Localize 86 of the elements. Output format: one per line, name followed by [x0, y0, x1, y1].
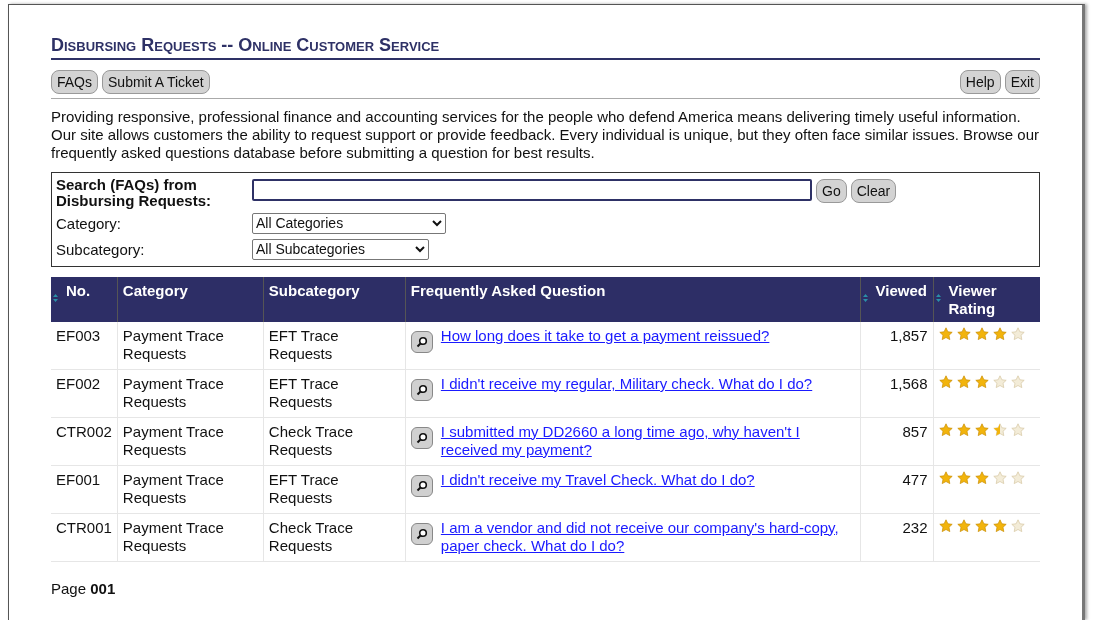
magnifier-icon: [415, 479, 428, 492]
star-icon: [956, 422, 971, 437]
faq-number-cell: EF001: [51, 465, 118, 514]
view-button[interactable]: [410, 522, 433, 545]
category-select[interactable]: All Categories: [252, 212, 446, 234]
empty-star-icon: [1010, 326, 1025, 341]
category-cell: Payment Trace Requests: [117, 321, 264, 370]
magnifier-icon: [415, 335, 428, 348]
subcategory-label: Subcategory:: [56, 240, 146, 261]
star-icon: [974, 518, 989, 533]
star-icon: [974, 470, 989, 485]
viewed-count-cell: 1,857: [860, 321, 933, 370]
star-icon: [956, 326, 971, 341]
star-icon: [938, 470, 953, 485]
clear-button[interactable]: Clear: [850, 178, 897, 203]
star-icon: [992, 518, 1007, 533]
category-cell: Payment Trace Requests: [117, 369, 264, 418]
column-header: Frequently Asked Question: [405, 276, 860, 322]
sort-icon: [53, 293, 58, 302]
subcategory-cell: EFT Trace Requests: [263, 369, 406, 418]
question-link[interactable]: How long does it take to get a payment reissued?: [440, 326, 770, 353]
star-icon: [938, 374, 953, 389]
half-star-icon: [992, 422, 1007, 437]
subcategory-select[interactable]: All Subcategories: [252, 239, 429, 261]
viewed-count-cell: 857: [860, 417, 933, 466]
empty-star-icon: [992, 470, 1007, 485]
star-icon: [956, 470, 971, 485]
question-link[interactable]: I am a vendor and did not receive our company's hard-copy, paper check. What do I do?: [440, 518, 855, 555]
question-link[interactable]: I submitted my DD2660 a long time ago, why haven't I received my payment?: [440, 422, 855, 459]
category-cell: Payment Trace Requests: [117, 513, 264, 562]
star-icon: [938, 518, 953, 533]
faq-number-cell: EF003: [51, 321, 118, 370]
view-button[interactable]: [410, 330, 433, 353]
star-icon: [938, 326, 953, 341]
viewed-count-cell: 1,568: [860, 369, 933, 418]
star-icon: [938, 422, 953, 437]
empty-star-icon: [1010, 374, 1025, 389]
faq-number-cell: CTR001: [51, 513, 118, 562]
category-cell: Payment Trace Requests: [117, 417, 264, 466]
empty-star-icon: [1010, 470, 1025, 485]
column-header: Category: [117, 276, 264, 322]
empty-star-icon: [1010, 518, 1025, 533]
column-header[interactable]: Viewer Rating: [933, 276, 1040, 322]
page-title: Disbursing Requests -- Online Customer Service: [51, 35, 1040, 60]
view-button[interactable]: [410, 378, 433, 401]
chevron-down-icon: [415, 246, 425, 254]
view-button[interactable]: [410, 474, 433, 497]
category-label: Category:: [56, 213, 123, 234]
star-icon: [974, 374, 989, 389]
faq-number-cell: CTR002: [51, 417, 118, 466]
sort-icon: [935, 293, 941, 302]
magnifier-icon: [415, 383, 428, 396]
faq-number-cell: EF002: [51, 369, 118, 418]
empty-star-icon: [992, 374, 1007, 389]
nav-button[interactable]: Help: [959, 69, 1001, 94]
star-icon: [974, 422, 989, 437]
nav-button[interactable]: Submit A Ticket: [102, 69, 210, 94]
page-indicator: Page 001: [51, 579, 116, 597]
search-field[interactable]: [252, 178, 812, 201]
sort-icon: [862, 293, 868, 302]
star-icon: [974, 326, 989, 341]
magnifier-icon: [415, 431, 428, 444]
subcategory-cell: EFT Trace Requests: [263, 465, 406, 514]
column-header[interactable]: Viewed: [860, 276, 933, 322]
nav-button[interactable]: Exit: [1004, 69, 1040, 94]
viewed-count-cell: 232: [860, 513, 933, 562]
column-header: Subcategory: [263, 276, 406, 322]
category-cell: Payment Trace Requests: [117, 465, 264, 514]
star-icon: [992, 326, 1007, 341]
star-icon: [956, 518, 971, 533]
star-icon: [956, 374, 971, 389]
go-button[interactable]: Go: [816, 178, 847, 203]
empty-star-icon: [1010, 422, 1025, 437]
chevron-down-icon: [432, 219, 442, 227]
question-link[interactable]: I didn't receive my Travel Check. What do I do?: [440, 470, 755, 497]
magnifier-icon: [415, 527, 428, 540]
view-button[interactable]: [410, 426, 433, 449]
intro-paragraph: Providing responsive, professional finance and accounting services for the people who defend America means delivering timely useful information. Our site allows customers the ability to request support or provide feedback. Every individual is unique, but they often face similar issues. Browse our frequently asked questions database before submitting a question for best results.: [51, 107, 1040, 162]
search-label: Search (FAQs) from Disbursing Requests:: [56, 176, 213, 209]
nav-button[interactable]: FAQs: [51, 69, 98, 94]
subcategory-cell: EFT Trace Requests: [263, 321, 406, 370]
viewed-count-cell: 477: [860, 465, 933, 514]
column-header[interactable]: No.: [51, 276, 118, 322]
subcategory-cell: Check Trace Requests: [263, 417, 406, 466]
subcategory-cell: Check Trace Requests: [263, 513, 406, 562]
question-link[interactable]: I didn't receive my regular, Military check. What do I do?: [440, 374, 813, 401]
